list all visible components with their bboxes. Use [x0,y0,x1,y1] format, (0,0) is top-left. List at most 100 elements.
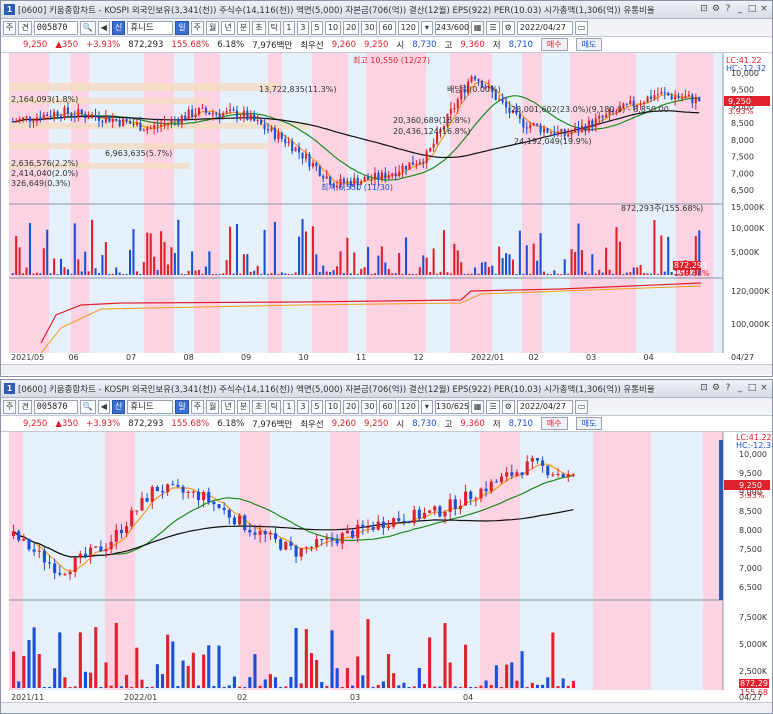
interval-button-5[interactable]: 5 [310,20,323,35]
candle-body [63,574,67,576]
minimize-icon[interactable]: _ [735,383,745,394]
interval-button-1[interactable]: 1 [282,20,295,35]
settings-icon[interactable]: ⚙ [711,4,721,15]
period-second-button[interactable]: 초 [252,20,266,35]
buy-button[interactable]: 매수 [540,38,568,51]
candle-body [408,162,411,170]
interval-button-120[interactable]: 120 [397,399,419,414]
dropdown-icon[interactable]: ▾ [420,20,433,35]
interval-button-30[interactable]: 30 [361,20,378,35]
mode-button-1[interactable]: 견 [18,20,32,35]
interval-button-10[interactable]: 10 [324,20,342,35]
interval-button-1[interactable]: 1 [282,399,295,414]
interval-button-30[interactable]: 30 [361,399,378,414]
interval-button-60[interactable]: 60 [379,20,396,35]
candlestick-chart-1[interactable]: 최고 10,550 (12/27) 최저 6,550 (11/30) 배당락(0… [1,53,772,364]
period-second-button[interactable]: 초 [252,399,266,414]
candle-body [315,539,319,547]
help-icon[interactable]: ? [723,4,733,15]
pin-icon[interactable]: ⊡ [699,4,709,15]
stock-code-input[interactable]: 005870 [33,399,78,414]
list-icon[interactable]: ☰ [486,399,500,414]
period-month-button[interactable]: 월 [206,20,220,35]
period-minute-button[interactable]: 분 [236,20,251,35]
candle-body [153,125,156,129]
period-year-button[interactable]: 년 [221,20,235,35]
candle-body [194,114,197,118]
prev-next-icon[interactable]: ◀ [97,20,110,35]
buy-button[interactable]: 매수 [540,417,568,430]
candle-body [674,96,677,100]
settings-icon[interactable]: ⚙ [711,383,721,394]
period-week-button[interactable]: 주 [190,399,204,414]
interval-button-3[interactable]: 3 [296,399,309,414]
period-minute-button[interactable]: 분 [236,399,251,414]
period-month-button[interactable]: 월 [206,399,220,414]
calendar-icon[interactable]: ▭ [574,399,589,414]
grid-icon[interactable]: ▦ [470,399,485,414]
candle-body [166,122,170,124]
period-tick-button[interactable]: 틱 [267,399,281,414]
maximize-icon[interactable]: □ [747,383,757,394]
stock-code-input[interactable]: 005870 [33,20,78,35]
mode-button-1[interactable]: 견 [18,399,32,414]
interval-button-120[interactable]: 120 [397,20,419,35]
period-day-button[interactable]: 일 [175,20,189,35]
config-icon[interactable]: ⚙ [501,20,515,35]
volume-bar [279,686,283,688]
mode-button-0[interactable]: 주 [3,399,17,414]
close-icon[interactable]: × [759,4,769,15]
search-icon[interactable]: 🔍 [79,399,96,414]
volume-bar [222,273,225,275]
grid-icon[interactable]: ▦ [470,20,485,35]
background-band [520,432,593,690]
volume-bar [489,685,493,688]
close-icon[interactable]: × [759,383,769,394]
list-icon[interactable]: ☰ [486,20,500,35]
open-label: 시 [396,40,405,51]
mode-button-0[interactable]: 주 [3,20,17,35]
y-axis-tick-label: 8,500 [731,119,754,128]
period-tick-button[interactable]: 틱 [267,20,281,35]
data-count-field[interactable]: 243/600 [434,20,469,35]
minimize-icon[interactable]: _ [735,4,745,15]
calendar-icon[interactable]: ▭ [574,20,589,35]
date-field[interactable]: 2022/04/27 [516,399,573,414]
sell-button[interactable]: 매도 [575,417,603,430]
candle-body [376,521,380,530]
x-axis-tick-label: 09 [241,353,251,362]
volume-bar [39,273,42,275]
prev-next-icon[interactable]: ◀ [97,399,110,414]
chart-1-scrollbar[interactable] [1,364,772,375]
interval-button-5[interactable]: 5 [310,399,323,414]
candle-body [484,488,488,492]
chart-2-scrollbar[interactable] [1,702,772,713]
search-icon[interactable]: 🔍 [79,20,96,35]
interval-button-3[interactable]: 3 [296,20,309,35]
background-band [713,53,723,353]
interval-button-20[interactable]: 20 [343,399,360,414]
candle-body [356,524,360,538]
candle-body [422,512,427,519]
interval-button-10[interactable]: 10 [324,399,342,414]
candlestick-chart-2[interactable]: LC:41.22 HC:-12.3 10,000 9,500 9,000 8,500 8… [1,432,772,702]
period-week-button[interactable]: 주 [190,20,204,35]
interval-button-20[interactable]: 20 [343,20,360,35]
volume-bar [391,273,394,275]
dropdown-icon[interactable]: ▾ [420,399,433,414]
period-day-button[interactable]: 일 [175,399,189,414]
config-icon[interactable]: ⚙ [501,399,515,414]
pin-icon[interactable]: ⊡ [699,383,709,394]
volume-bar [218,273,221,275]
date-field[interactable]: 2022/04/27 [516,20,573,35]
data-count-field[interactable]: 130/625 [434,399,469,414]
interval-button-60[interactable]: 60 [379,399,396,414]
maximize-icon[interactable]: □ [747,4,757,15]
sell-button[interactable]: 매도 [575,38,603,51]
vol-axis-0: 7,500K [739,613,768,622]
help-icon[interactable]: ? [723,383,733,394]
candle-body [469,491,473,500]
volume-bar [187,270,190,275]
candle-body [68,572,72,575]
period-year-button[interactable]: 년 [221,399,235,414]
